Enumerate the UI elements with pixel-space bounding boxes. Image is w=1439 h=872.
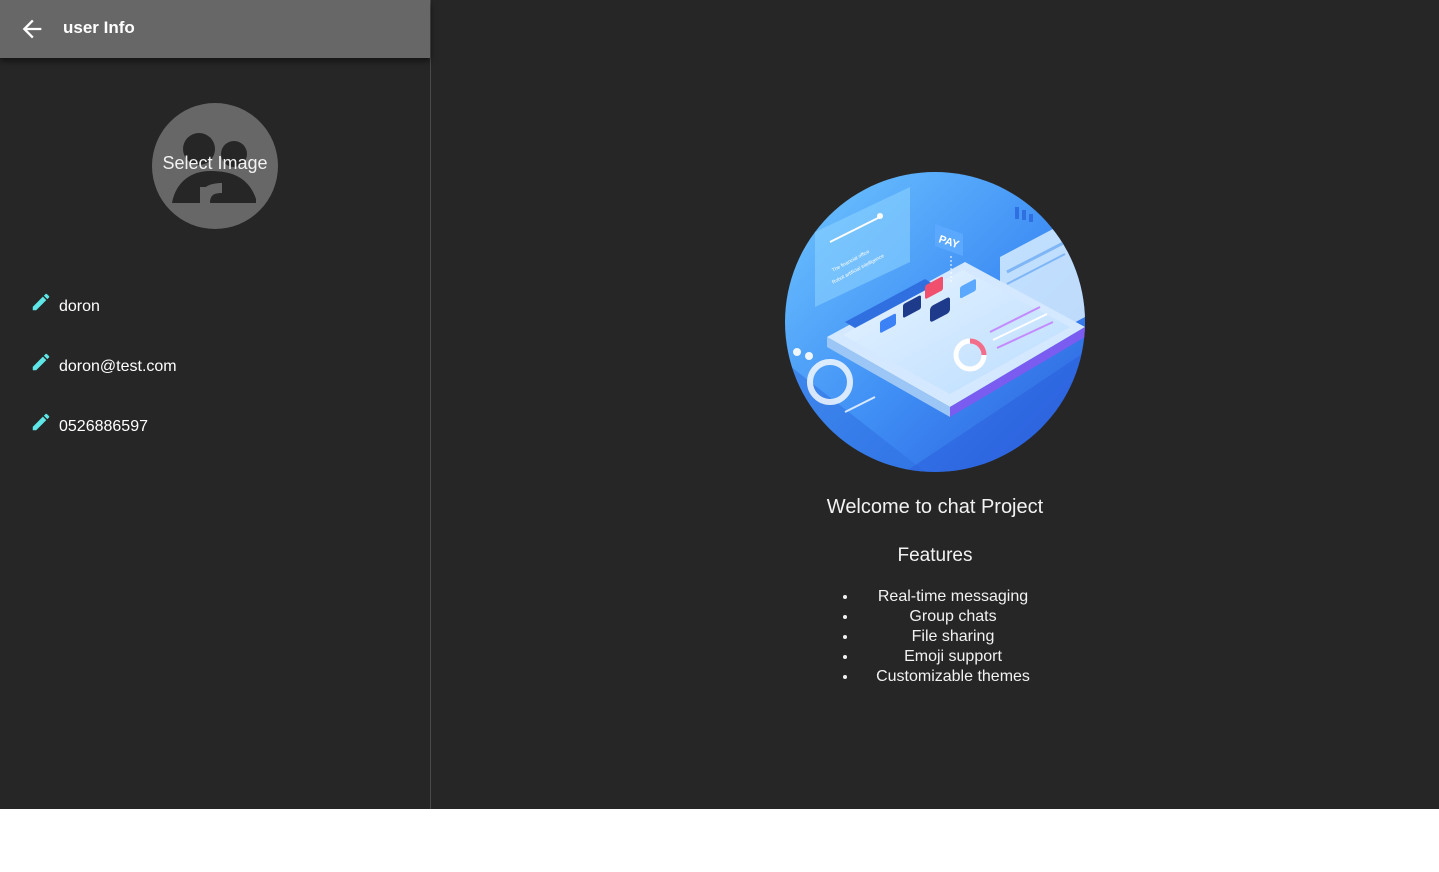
list-item: Emoji support: [858, 647, 1048, 667]
user-info-sidebar: user Info Select Image doron doron@test.…: [0, 0, 431, 809]
back-button[interactable]: [18, 15, 46, 43]
name-field: doron: [30, 291, 410, 321]
pencil-icon[interactable]: [30, 351, 52, 373]
features-heading: Features: [897, 545, 973, 566]
pencil-icon[interactable]: [30, 291, 52, 313]
sidebar-header: user Info: [0, 0, 430, 58]
features-list: Real-time messaging Group chats File sha…: [840, 587, 1048, 687]
page-title: user Info: [63, 18, 135, 37]
name-value: doron: [59, 298, 100, 315]
phone-value: 0526886597: [59, 418, 148, 435]
welcome-panel: The financial office Robot artificial in…: [431, 0, 1439, 809]
fintech-illustration: The financial office Robot artificial in…: [785, 172, 1085, 472]
select-image-label: Select Image: [162, 153, 268, 173]
email-field: doron@test.com: [30, 351, 410, 381]
app-window: user Info Select Image doron doron@test.…: [0, 0, 1439, 809]
phone-field: 0526886597: [30, 411, 410, 441]
select-image-button[interactable]: Select Image: [152, 103, 278, 229]
list-item: Customizable themes: [858, 667, 1048, 687]
email-value: doron@test.com: [59, 358, 177, 375]
welcome-heading: Welcome to chat Project: [826, 496, 1044, 518]
list-item: File sharing: [858, 627, 1048, 647]
arrow-left-icon: [22, 19, 42, 39]
list-item: Group chats: [858, 607, 1048, 627]
list-item: Real-time messaging: [858, 587, 1048, 607]
pencil-icon[interactable]: [30, 411, 52, 433]
